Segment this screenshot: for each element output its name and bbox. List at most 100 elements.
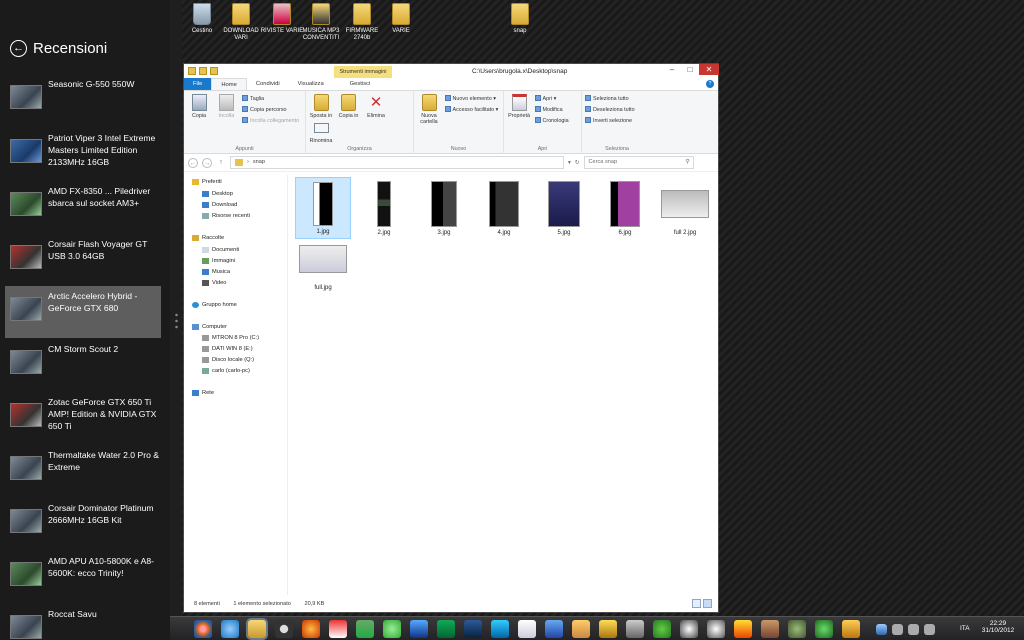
forward-button[interactable]: → [202,157,212,168]
burn-icon[interactable] [302,620,320,638]
nav-raccolte[interactable]: Raccolte [192,235,224,241]
maximize-button[interactable]: □ [681,64,699,75]
new-folder-icon[interactable] [210,67,218,75]
nav-preferiti[interactable]: Preferiti [192,179,222,185]
clock[interactable]: 22:29 31/10/2012 [978,620,1018,634]
large-icons-view-icon[interactable] [703,599,712,608]
properties-icon[interactable] [199,67,207,75]
snap-list-item[interactable]: Roccat Savu [5,604,161,640]
snap-list-item[interactable]: Corsair Flash Voyager GT USB 3.0 64GB [5,234,161,286]
tab-home[interactable]: Home [211,78,247,90]
paste-shortcut-button[interactable]: Incolla collegamento [242,116,299,127]
select-all-button[interactable]: Seleziona tutto [585,94,649,105]
details-view-icon[interactable] [692,599,701,608]
copy-path-button[interactable]: Copia percorso [242,105,299,116]
desktop-folder-varie[interactable]: VARIE [379,3,423,35]
move-to-button[interactable]: Sposta in [309,94,333,119]
explorer-icon[interactable] [248,620,266,638]
open-button[interactable]: Apri ▾ [534,94,569,105]
select-none-button[interactable]: Deseleziona tutto [585,105,649,116]
delete-button[interactable]: ✕ Elimina [364,94,388,119]
desktop-folder-musica[interactable]: MUSICA MP3 CONVENTITI [299,3,343,42]
nav-rete[interactable]: Rete [192,390,214,396]
nav-documenti[interactable]: Documenti [202,247,239,253]
nav-musica[interactable]: Musica [202,269,230,275]
address-field[interactable]: › snap [230,156,564,169]
paint-icon[interactable] [572,620,590,638]
language-indicator[interactable]: ITA [960,625,970,632]
tab-condividi[interactable]: Condividi [247,78,289,90]
nav-computer[interactable]: Computer [192,324,227,330]
close-button[interactable]: ✕ [699,64,719,75]
media-player-icon[interactable] [491,620,509,638]
copy-button[interactable]: Copia [187,94,211,119]
back-arrow-icon[interactable]: ← [10,39,27,57]
search-input[interactable]: Cerca snap ⚲ [583,156,694,169]
snap-list-item[interactable]: AMD APU A10-5800K e A8-5600K: ecco Trini… [5,551,161,603]
word-icon[interactable] [518,620,536,638]
flag-icon[interactable] [892,624,903,635]
nav-network-drive[interactable]: carlo (carlo-pc) [202,368,250,374]
recycle-bin-shortcut[interactable]: Cestino [180,3,224,35]
network-icon[interactable] [410,620,428,638]
skull-icon[interactable] [680,620,698,638]
snap-list-item[interactable]: Arctic Accelero Hybrid - GeForce GTX 680 [5,286,161,338]
green-icon[interactable] [815,620,833,638]
desktop-folder-firmware[interactable]: FIRMWARE 2740b [340,3,384,42]
file-item[interactable]: full.jpg [295,232,351,294]
nav-download[interactable]: Download [202,202,237,208]
refresh-icon[interactable]: ↻ [575,160,580,166]
snap-list-item[interactable]: Patriot Viper 3 Intel Extreme Masters Li… [5,128,161,180]
back-button[interactable]: ← [188,157,198,168]
history-button[interactable]: Cronologia [534,116,569,127]
play-icon[interactable] [842,620,860,638]
network-tray-icon[interactable] [908,624,919,635]
new-folder-button[interactable]: Nuova cartella [417,94,441,125]
rename-button[interactable]: Rinomina [309,119,333,144]
media-icon[interactable] [275,620,293,638]
ie-icon[interactable] [221,620,239,638]
volume-icon[interactable] [924,624,935,635]
utorrent-icon[interactable] [653,620,671,638]
file-item[interactable]: 3.jpg [416,177,472,239]
file-item[interactable]: full 2.jpg [657,177,713,239]
nav-risorse-recenti[interactable]: Risorse recenti [202,213,250,219]
invert-selection-button[interactable]: Inverti selezione [585,116,649,127]
store-icon[interactable] [545,620,563,638]
gamepad-icon[interactable] [707,620,725,638]
nav-immagini[interactable]: Immagini [202,258,235,264]
snap-list-item[interactable]: Seasonic G-550 550W [5,74,161,126]
photoshop-icon[interactable] [464,620,482,638]
easy-access-button[interactable]: Accesso facilitato ▾ [444,105,498,116]
desktop-folder-snap[interactable]: snap [498,3,542,35]
file-item[interactable]: 6.jpg [597,177,653,239]
snap-divider[interactable] [170,0,182,616]
tool-icon[interactable] [356,620,374,638]
nav-drive-c[interactable]: MTRON 8 Pro (C:) [202,335,259,341]
cut-button[interactable]: Taglia [242,94,299,105]
tab-gestisci[interactable]: Gestisci [341,78,380,90]
snap-list-item[interactable]: CM Storm Scout 2 [5,339,161,391]
nav-video[interactable]: Video [202,280,226,286]
desktop-folder-download-vari[interactable]: DOWNLOAD VARI [219,3,263,42]
minimize-button[interactable]: – [663,64,681,75]
help-icon[interactable]: ? [706,80,714,88]
app-icon[interactable] [329,620,347,638]
tab-visualizza[interactable]: Visualizza [289,78,333,90]
snap-list-item[interactable]: AMD FX-8350 ... Piledriver sbarca sul so… [5,181,161,233]
snap-divider-grip-icon[interactable] [175,312,178,330]
edit-button[interactable]: Modifica [534,105,569,116]
nav-drive-e[interactable]: DATI WIN 8 (E:) [202,346,253,352]
nav-gruppo-home[interactable]: Gruppo home [192,302,237,308]
tool2-icon[interactable] [626,620,644,638]
screen-icon[interactable] [876,624,887,635]
folder-icon[interactable] [188,67,196,75]
properties-button[interactable]: Proprietà [507,94,531,119]
address-dropdown-icon[interactable]: ▾ [568,160,571,166]
file-item[interactable]: 5.jpg [536,177,592,239]
snap-list-item[interactable]: Corsair Dominator Platinum 2666MHz 16GB … [5,498,161,550]
file-item[interactable]: 2.jpg [356,177,412,239]
nav-desktop[interactable]: Desktop [202,191,233,197]
boot-icon[interactable] [761,620,779,638]
paste-button[interactable]: Incolla [215,94,239,119]
